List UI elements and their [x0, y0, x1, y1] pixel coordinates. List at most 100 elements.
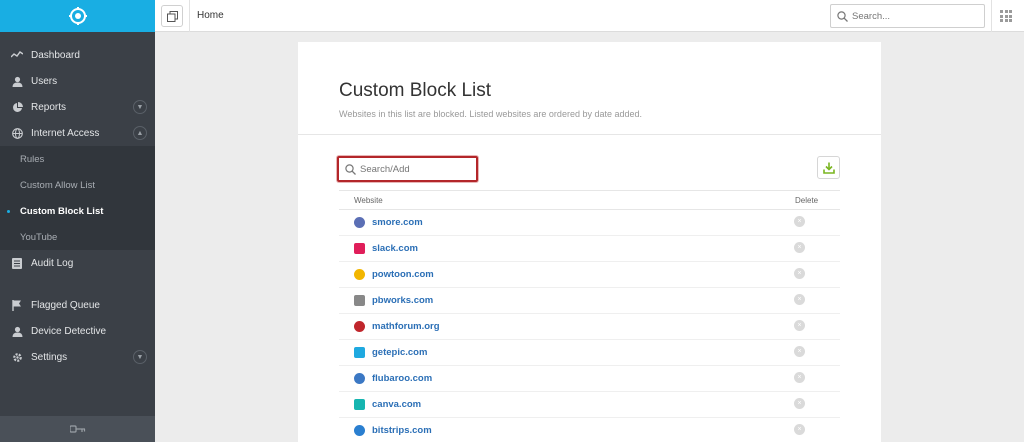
- apps-grid-icon[interactable]: [1000, 10, 1012, 22]
- sidebar-item-label: Settings: [31, 351, 68, 363]
- sidebar-subitem-label: Rules: [20, 153, 45, 165]
- website-link[interactable]: powtoon.com: [372, 269, 434, 280]
- table-row: smore.com ×: [339, 210, 840, 236]
- delete-icon[interactable]: ×: [794, 242, 805, 253]
- sidebar-subitem-label: Custom Allow List: [20, 179, 95, 191]
- sidebar-subitem-custom-block-list[interactable]: Custom Block List: [0, 198, 155, 224]
- key-icon: [69, 425, 85, 433]
- search-icon: [345, 163, 356, 175]
- pie-chart-icon: [11, 101, 23, 113]
- sidebar-item-audit-log[interactable]: Audit Log: [0, 250, 155, 276]
- sidebar-item-label: Dashboard: [31, 49, 80, 61]
- sidebar-nav: Dashboard Users Reports ▼ Internet Acces…: [0, 32, 155, 370]
- sidebar-item-reports[interactable]: Reports ▼: [0, 94, 155, 120]
- favicon-icon: [354, 373, 365, 384]
- website-link[interactable]: bitstrips.com: [372, 425, 432, 436]
- favicon-icon: [354, 295, 365, 306]
- search-add-input[interactable]: [360, 163, 470, 175]
- sidebar-item-label: Device Detective: [31, 325, 107, 337]
- windows-button[interactable]: [161, 5, 183, 27]
- search-icon: [837, 10, 848, 22]
- global-search[interactable]: [830, 4, 985, 28]
- gear-icon: [11, 351, 23, 363]
- pulse-icon: [11, 49, 23, 61]
- sidebar-item-users[interactable]: Users: [0, 68, 155, 94]
- sidebar-item-device-detective[interactable]: Device Detective: [0, 318, 155, 344]
- delete-icon[interactable]: ×: [794, 424, 805, 435]
- favicon-icon: [354, 243, 365, 254]
- table-header: Website Delete: [339, 190, 840, 210]
- favicon-icon: [354, 425, 365, 436]
- chevron-up-icon[interactable]: ▲: [133, 126, 147, 140]
- internet-access-submenu: Rules Custom Allow List Custom Block Lis…: [0, 146, 155, 250]
- breadcrumb[interactable]: Home: [197, 10, 224, 21]
- page-subtitle: Websites in this list are blocked. Liste…: [339, 109, 643, 119]
- website-link[interactable]: slack.com: [372, 243, 418, 254]
- delete-icon[interactable]: ×: [794, 320, 805, 331]
- logo-bar[interactable]: [0, 0, 155, 32]
- table-row: pbworks.com ×: [339, 288, 840, 314]
- table-row: bitstrips.com ×: [339, 418, 840, 442]
- website-link[interactable]: canva.com: [372, 399, 421, 410]
- sidebar-item-internet-access[interactable]: Internet Access ▲: [0, 120, 155, 146]
- global-search-input[interactable]: [852, 10, 972, 22]
- delete-icon[interactable]: ×: [794, 372, 805, 383]
- sidebar-item-label: Flagged Queue: [31, 299, 100, 311]
- table-row: canva.com ×: [339, 392, 840, 418]
- sidebar-item-settings[interactable]: Settings ▼: [0, 344, 155, 370]
- delete-icon[interactable]: ×: [794, 294, 805, 305]
- flag-icon: [11, 299, 23, 311]
- column-header-website: Website: [354, 196, 383, 205]
- delete-icon[interactable]: ×: [794, 268, 805, 279]
- top-bar: Home: [155, 0, 1024, 32]
- sidebar-item-dashboard[interactable]: Dashboard: [0, 42, 155, 68]
- website-link[interactable]: smore.com: [372, 217, 423, 228]
- sidebar-subitem-rules[interactable]: Rules: [0, 146, 155, 172]
- sidebar-item-label: Internet Access: [31, 127, 100, 139]
- custom-block-list-card: Custom Block List Websites in this list …: [298, 42, 881, 442]
- table-row: mathforum.org ×: [339, 314, 840, 340]
- export-button[interactable]: [817, 156, 840, 179]
- sidebar-subitem-label: Custom Block List: [20, 205, 104, 217]
- sidebar-subitem-label: YouTube: [20, 231, 58, 243]
- sidebar-item-label: Audit Log: [31, 257, 74, 269]
- delete-icon[interactable]: ×: [794, 398, 805, 409]
- sidebar-subitem-youtube[interactable]: YouTube: [0, 224, 155, 250]
- sidebar-subitem-custom-allow-list[interactable]: Custom Allow List: [0, 172, 155, 198]
- sidebar-item-label: Reports: [31, 101, 67, 113]
- user-icon: [11, 75, 23, 87]
- block-list-table: Website Delete smore.com × slack.com × powto…: [339, 190, 840, 442]
- table-row: flubaroo.com ×: [339, 366, 840, 392]
- favicon-icon: [354, 347, 365, 358]
- sidebar-collapse-button[interactable]: [0, 416, 155, 442]
- favicon-icon: [354, 399, 365, 410]
- download-icon: [822, 162, 835, 174]
- table-row: slack.com ×: [339, 236, 840, 262]
- website-link[interactable]: getepic.com: [372, 347, 427, 358]
- sidebar: Dashboard Users Reports ▼ Internet Acces…: [0, 0, 155, 442]
- favicon-icon: [354, 269, 365, 280]
- chevron-down-icon[interactable]: ▼: [133, 100, 147, 114]
- chevron-down-icon[interactable]: ▼: [133, 350, 147, 364]
- table-row: getepic.com ×: [339, 340, 840, 366]
- globe-icon: [11, 127, 23, 139]
- list-icon: [11, 257, 23, 269]
- page-title: Custom Block List: [339, 80, 492, 101]
- sidebar-item-flagged-queue[interactable]: Flagged Queue: [0, 292, 155, 318]
- card-header: Custom Block List Websites in this list …: [298, 42, 881, 135]
- website-link[interactable]: flubaroo.com: [372, 373, 432, 384]
- delete-icon[interactable]: ×: [794, 346, 805, 357]
- favicon-icon: [354, 217, 365, 228]
- windows-icon: [166, 10, 178, 22]
- logo-icon: [68, 7, 87, 25]
- delete-icon[interactable]: ×: [794, 216, 805, 227]
- table-row: powtoon.com ×: [339, 262, 840, 288]
- search-add-box[interactable]: [337, 156, 478, 182]
- website-link[interactable]: mathforum.org: [372, 321, 440, 332]
- table-body: smore.com × slack.com × powtoon.com × pbworks.…: [339, 210, 840, 442]
- favicon-icon: [354, 321, 365, 332]
- user-icon: [11, 325, 23, 337]
- sidebar-item-label: Users: [31, 75, 58, 87]
- website-link[interactable]: pbworks.com: [372, 295, 433, 306]
- column-header-delete: Delete: [795, 196, 819, 205]
